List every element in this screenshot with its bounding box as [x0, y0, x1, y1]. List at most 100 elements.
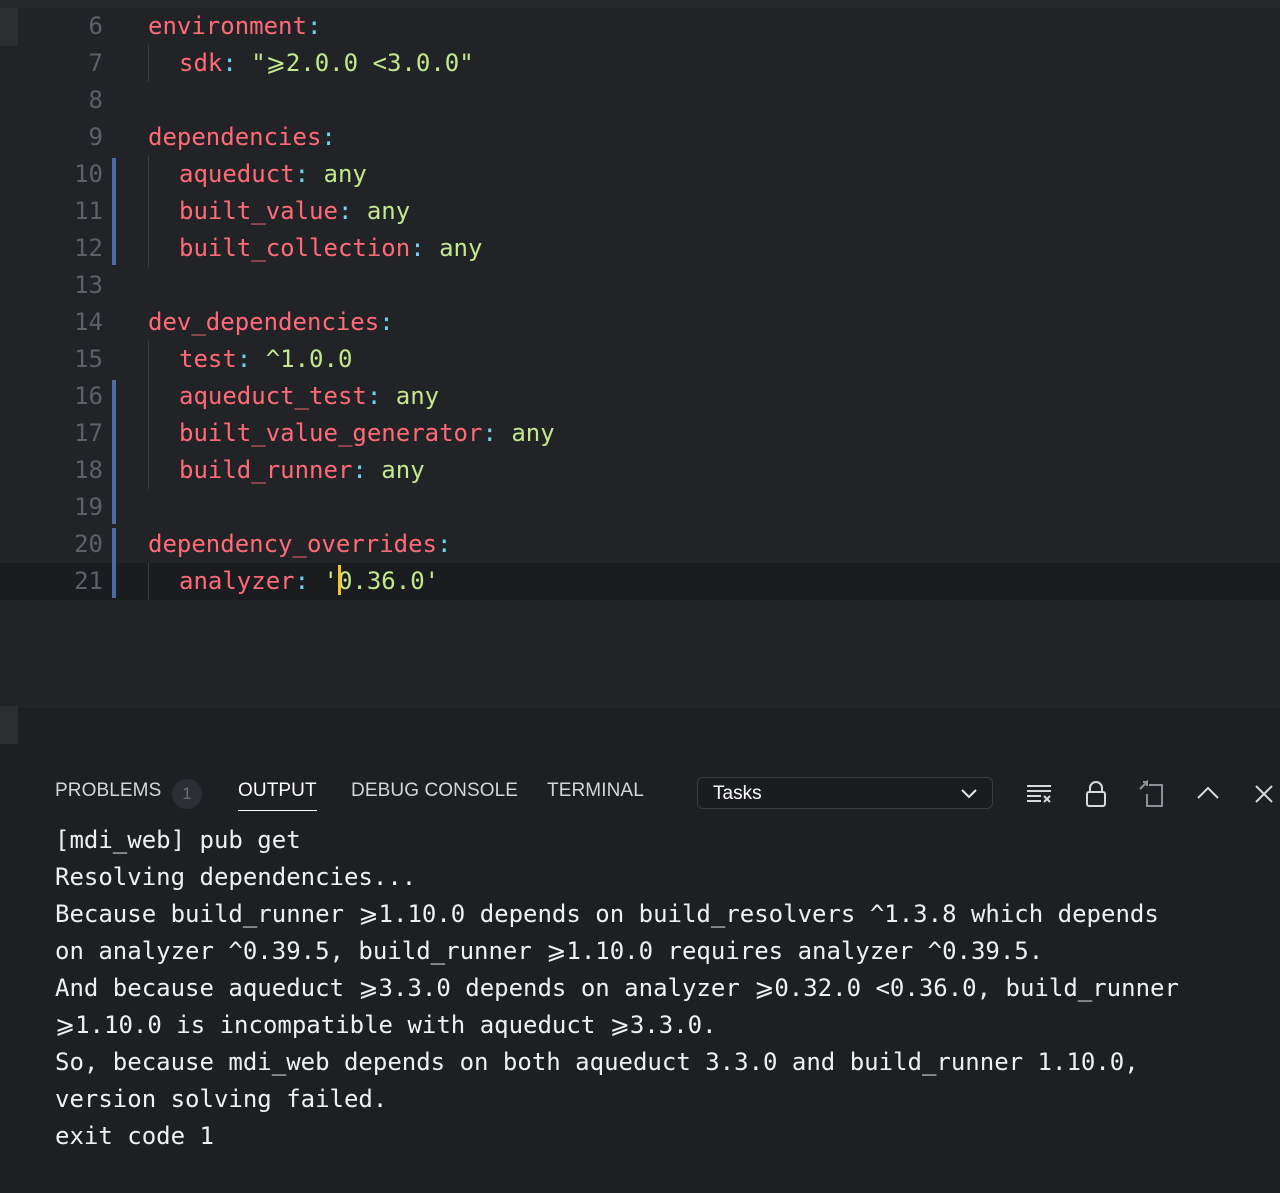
code-token: '	[323, 567, 338, 595]
code-line[interactable]: 14 dev_dependencies:	[0, 304, 1280, 341]
code-token: :	[436, 530, 452, 558]
code-line[interactable]: 10 aqueduct: any	[0, 156, 1280, 193]
lock-icon[interactable]	[1081, 779, 1111, 809]
line-number: 18	[74, 456, 103, 484]
code-text: environment:	[148, 8, 321, 45]
line-number: 12	[74, 234, 103, 262]
indent-guide	[148, 378, 149, 415]
line-number: 19	[74, 493, 103, 521]
code-line[interactable]: 19	[0, 489, 1280, 526]
line-number: 10	[74, 160, 103, 188]
tab-output[interactable]: OUTPUT	[238, 780, 317, 811]
code-token: "⩾2.0.0 <3.0.0"	[251, 49, 474, 77]
code-token: any	[366, 197, 411, 225]
code-token: :	[366, 382, 396, 410]
line-number: 15	[74, 345, 103, 373]
code-token: test	[179, 345, 237, 373]
tab-debug-console[interactable]: DEBUG CONSOLE	[351, 780, 518, 802]
code-token: 0.36.0'	[337, 567, 440, 595]
output-line: And because aqueduct ⩾3.3.0 depends on a…	[55, 974, 1179, 1002]
line-number: 9	[88, 123, 103, 151]
code-editor[interactable]: 6 environment: 7 sdk: "⩾2.0.0 <3.0.0" 8 9 depe…	[0, 8, 1280, 744]
code-line[interactable]: 9 dependencies:	[0, 119, 1280, 156]
line-number: 8	[88, 86, 103, 114]
output-log[interactable]: [mdi_web] pub get Resolving dependencies.…	[55, 822, 1275, 1155]
line-number: 21	[74, 567, 103, 595]
output-line: So, because mdi_web depends on both aque…	[55, 1048, 1139, 1076]
editor-left-marker-bottom	[0, 706, 18, 744]
code-line[interactable]: 7 sdk: "⩾2.0.0 <3.0.0"	[0, 45, 1280, 82]
code-line[interactable]: 6 environment:	[0, 8, 1280, 45]
code-token: dependencies	[148, 123, 322, 151]
code-token: any	[511, 419, 555, 447]
problems-count-badge: 1	[172, 779, 202, 809]
indent-guide	[148, 45, 149, 82]
code-token: :	[352, 456, 382, 484]
bottom-panel: PROBLEMS 1 OUTPUT DEBUG CONSOLE TERMINAL…	[0, 746, 1280, 1193]
code-line[interactable]: 18 build_runner: any	[0, 452, 1280, 489]
code-text: aqueduct: any	[179, 156, 367, 193]
code-line[interactable]: 8	[0, 82, 1280, 119]
code-token: aqueduct	[179, 160, 295, 188]
code-text: built_value_generator: any	[179, 415, 555, 452]
code-token: :	[410, 234, 440, 262]
code-token: :	[236, 345, 266, 373]
output-line: ⩾1.10.0 is incompatible with aqueduct ⩾3…	[55, 1011, 717, 1039]
open-in-editor-icon[interactable]	[1137, 779, 1167, 809]
code-token: :	[222, 49, 252, 77]
code-token: any	[395, 382, 440, 410]
tab-terminal[interactable]: TERMINAL	[547, 780, 644, 802]
code-line[interactable]: 21 analyzer: '0.36.0'	[0, 563, 1280, 600]
modified-gutter-marker	[112, 528, 116, 598]
line-number: 11	[74, 197, 103, 225]
modified-gutter-marker	[112, 158, 116, 265]
code-token: :	[306, 12, 322, 40]
code-text: build_runner: any	[179, 452, 425, 489]
code-line[interactable]: 20 dependency_overrides:	[0, 526, 1280, 563]
line-number: 6	[88, 12, 103, 40]
code-token: environment	[148, 12, 307, 40]
clear-output-icon[interactable]	[1024, 779, 1054, 809]
code-token: :	[294, 160, 324, 188]
indent-guide	[148, 341, 149, 378]
tab-problems[interactable]: PROBLEMS	[55, 780, 161, 802]
code-line[interactable]: 11 built_value: any	[0, 193, 1280, 230]
panel-tabs: PROBLEMS 1 OUTPUT DEBUG CONSOLE TERMINAL…	[0, 746, 1280, 818]
code-token: dependency_overrides	[148, 530, 437, 558]
close-icon[interactable]	[1249, 779, 1279, 809]
indent-guide	[148, 563, 149, 600]
line-number: 17	[74, 419, 103, 447]
code-text: built_value: any	[179, 193, 410, 230]
output-line: exit code 1	[55, 1122, 214, 1150]
code-text: dependencies:	[148, 119, 336, 156]
code-line[interactable]: 17 built_value_generator: any	[0, 415, 1280, 452]
output-line: version solving failed.	[55, 1085, 388, 1113]
chevron-up-icon[interactable]	[1193, 779, 1223, 809]
output-channel-select[interactable]: Tasks	[697, 777, 993, 809]
code-line[interactable]: 15 test: ^1.0.0	[0, 341, 1280, 378]
code-text: aqueduct_test: any	[179, 378, 439, 415]
code-token: built_value_generator	[179, 419, 483, 447]
code-line[interactable]: 16 aqueduct_test: any	[0, 378, 1280, 415]
chevron-down-icon	[961, 789, 977, 799]
indent-guide	[148, 156, 149, 193]
code-token: :	[482, 419, 512, 447]
code-line[interactable]: 12 built_collection: any	[0, 230, 1280, 267]
code-token: aqueduct_test	[179, 382, 367, 410]
editor-top-strip	[0, 0, 1280, 8]
code-text: sdk: "⩾2.0.0 <3.0.0"	[179, 45, 474, 82]
code-text: built_collection: any	[179, 230, 482, 267]
text-cursor	[337, 565, 341, 595]
code-token: build_runner	[179, 456, 353, 484]
output-line: on analyzer ^0.39.5, build_runner ⩾1.10.…	[55, 937, 1044, 965]
code-token: dev_dependencies	[148, 308, 380, 336]
code-line[interactable]: 13	[0, 267, 1280, 304]
line-number: 7	[88, 49, 103, 77]
output-line: [mdi_web] pub get	[55, 826, 301, 854]
indent-guide	[148, 193, 149, 230]
output-line: Resolving dependencies...	[55, 863, 417, 891]
code-text: test: ^1.0.0	[179, 341, 352, 378]
output-channel-selected: Tasks	[713, 783, 762, 804]
code-token: sdk	[179, 49, 223, 77]
code-token: any	[439, 234, 483, 262]
